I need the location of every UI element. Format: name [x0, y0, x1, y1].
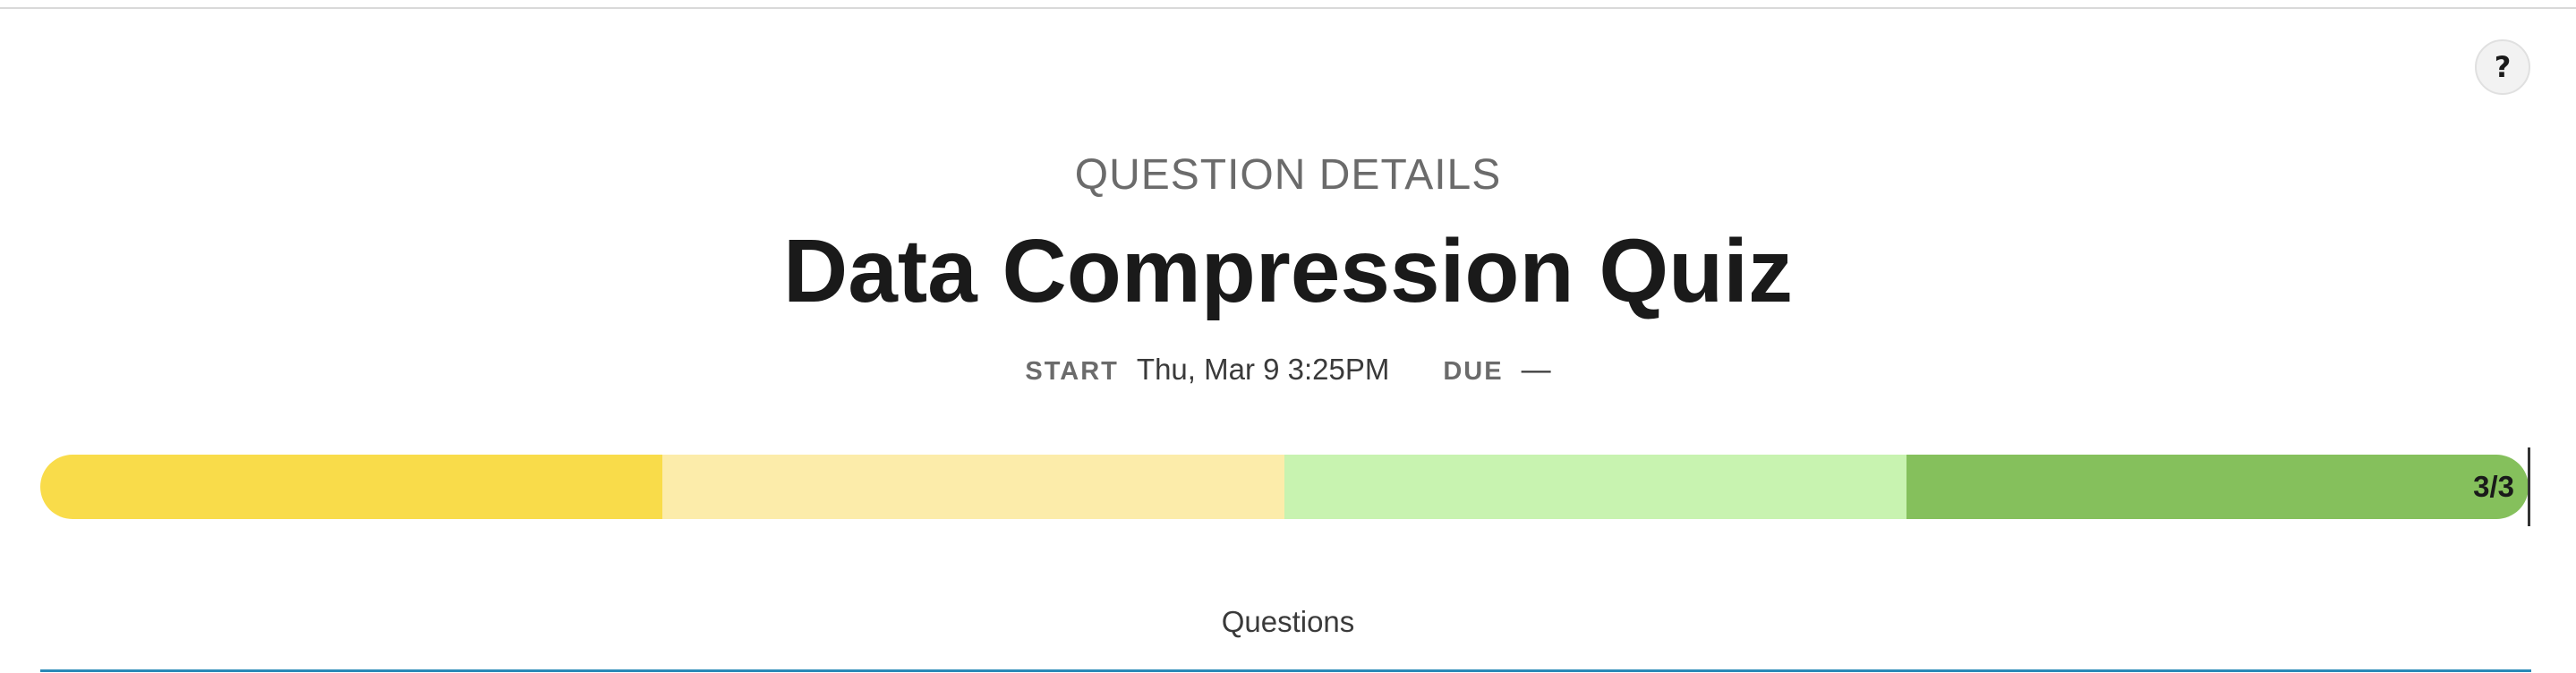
- schedule-row: START Thu, Mar 9 3:25PM DUE —: [0, 353, 2576, 387]
- help-icon: ?: [2494, 50, 2512, 84]
- section-label: QUESTION DETAILS: [1074, 151, 1502, 199]
- progress-bar: 3/3: [40, 455, 2529, 519]
- due-label: DUE: [1443, 357, 1504, 386]
- text-cursor: [2528, 447, 2530, 526]
- progress-segment-4: [1906, 455, 2529, 519]
- progress-segment-2: [662, 455, 1284, 519]
- start-value: Thu, Mar 9 3:25PM: [1136, 353, 1390, 386]
- start-label: START: [1025, 357, 1119, 386]
- progress-count: 3/3: [2473, 470, 2514, 503]
- help-button[interactable]: ?: [2475, 39, 2530, 95]
- tab-active-underline: [40, 669, 2531, 672]
- due-value: —: [1521, 353, 1551, 386]
- tab-questions[interactable]: Questions: [0, 605, 2576, 639]
- progress-segment-1: [40, 455, 662, 519]
- progress-segment-3: [1284, 455, 1906, 519]
- page-title: Data Compression Quiz: [783, 221, 1793, 321]
- top-divider: [0, 7, 2576, 9]
